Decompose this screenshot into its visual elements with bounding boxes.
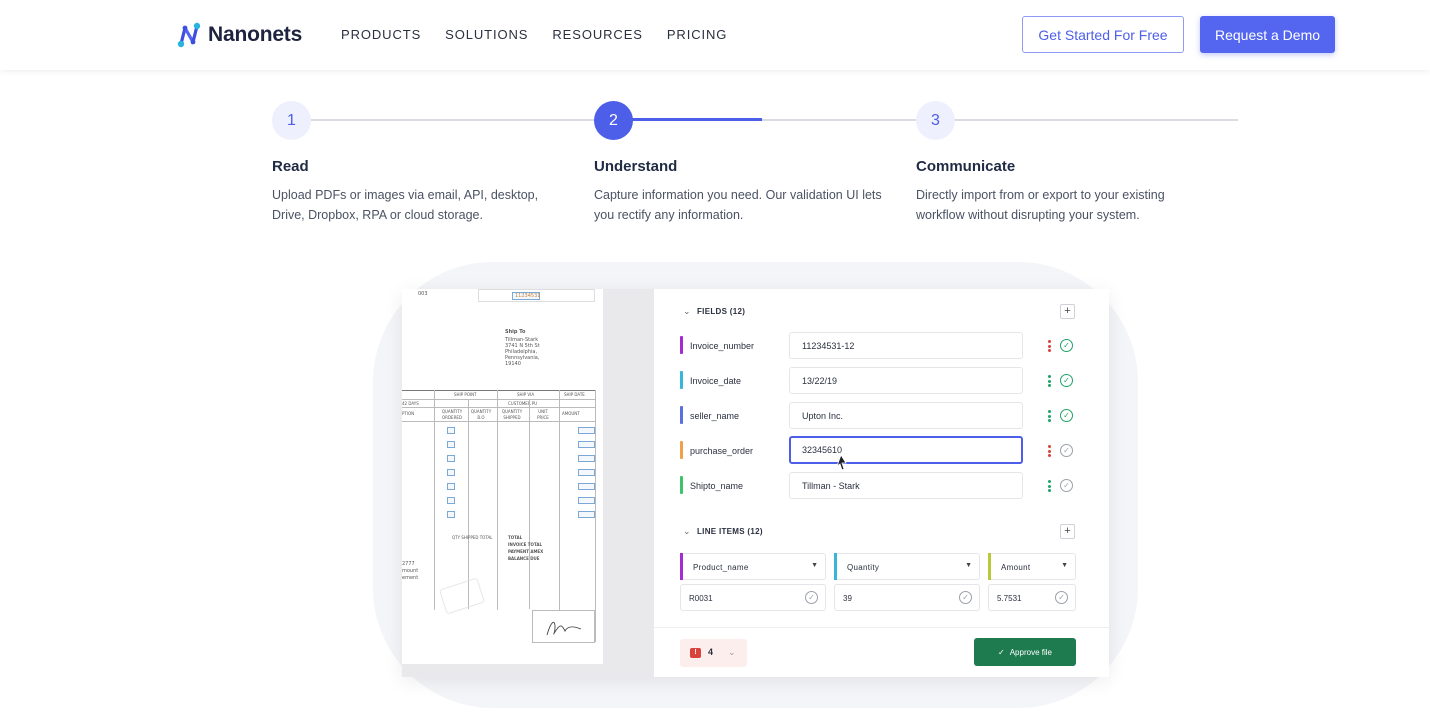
step-2-description: Capture information you need. Our valida…: [594, 188, 882, 222]
invoice-document: 003 11234531 Ship To Tillman-Stark 3741 …: [402, 289, 603, 664]
stepper-track: [291, 119, 1238, 121]
line-item-cell-product-name[interactable]: R0031 ✓: [680, 584, 826, 611]
step-3-description: Directly import from or export to your e…: [916, 188, 1165, 222]
column-dropdown-icon[interactable]: ▼: [965, 562, 972, 569]
cell-status-check-icon[interactable]: ✓: [959, 591, 972, 604]
error-comment-icon: !: [690, 648, 701, 658]
approve-file-label: Approve file: [1009, 647, 1052, 657]
seller-name-input[interactable]: Upton Inc.: [789, 402, 1023, 429]
cell-value: 39: [843, 594, 852, 603]
doc-ship-to-title: Ship To: [505, 329, 526, 335]
doc-invoice-ref: 11234531: [512, 292, 540, 300]
column-color-bar: [834, 553, 837, 580]
field-status-check-icon[interactable]: ✓: [1060, 479, 1073, 492]
mouse-cursor-icon: [836, 454, 847, 471]
nav-pricing[interactable]: PRICING: [667, 27, 727, 42]
nanonets-logo-icon: [177, 22, 201, 48]
line-item-column-amount[interactable]: Amount ▼: [988, 553, 1076, 580]
add-field-button[interactable]: +: [1060, 304, 1075, 319]
cell-status-check-icon[interactable]: ✓: [805, 591, 818, 604]
field-color-bar: [680, 371, 683, 389]
line-item-cell-amount[interactable]: 5.7531 ✓: [988, 584, 1076, 611]
doc-stamp: [438, 577, 486, 615]
request-demo-button[interactable]: Request a Demo: [1200, 16, 1335, 53]
stepper-progress: [613, 118, 762, 121]
fields-collapse-icon[interactable]: ⌄: [683, 306, 691, 317]
demo-validation-ui: 003 11234531 Ship To Tillman-Stark 3741 …: [402, 289, 1109, 677]
step-1-circle[interactable]: 1: [272, 101, 311, 140]
step-1-description: Upload PDFs or images via email, API, de…: [272, 188, 539, 222]
line-item-column-quantity[interactable]: Quantity ▼: [834, 553, 980, 580]
invoice-date-input[interactable]: 13/22/19: [789, 367, 1023, 394]
fields-section-header: FIELDS (12): [697, 307, 746, 316]
field-label: Invoice_number: [690, 341, 755, 351]
column-color-bar: [680, 553, 683, 580]
cell-status-check-icon[interactable]: ✓: [1055, 591, 1068, 604]
top-navbar: Nanonets PRODUCTS SOLUTIONS RESOURCES PR…: [0, 0, 1430, 70]
brand-logo[interactable]: Nanonets: [176, 20, 302, 50]
approve-file-button[interactable]: ✓ Approve file: [974, 638, 1076, 666]
line-item-cell-quantity[interactable]: 39 ✓: [834, 584, 980, 611]
line-item-column-product-name[interactable]: Product_name ▼: [680, 553, 826, 580]
step-3-title: Communicate: [916, 158, 1016, 175]
column-label: Product_name: [693, 563, 749, 572]
column-color-bar: [988, 553, 991, 580]
validation-panel: ⌄ FIELDS (12) + Invoice_number 11234531-…: [654, 289, 1109, 677]
field-color-bar: [680, 336, 683, 354]
nav-links: PRODUCTS SOLUTIONS RESOURCES PRICING: [341, 27, 727, 42]
field-options-icon[interactable]: [1048, 410, 1051, 422]
chevron-down-icon: ⌄: [728, 647, 736, 657]
shipto-name-input[interactable]: Tillman - Stark: [789, 472, 1023, 499]
nav-products[interactable]: PRODUCTS: [341, 27, 421, 42]
column-dropdown-icon[interactable]: ▼: [1061, 562, 1068, 569]
field-label: purchase_order: [690, 446, 754, 456]
step-1-title: Read: [272, 158, 309, 175]
cell-value: 5.7531: [997, 594, 1022, 603]
error-count: 4: [708, 647, 714, 657]
document-preview-area: 003 11234531 Ship To Tillman-Stark 3741 …: [402, 289, 654, 677]
brand-name: Nanonets: [208, 23, 303, 46]
panel-footer-divider: [654, 627, 1109, 628]
cell-value: R0031: [689, 594, 713, 603]
error-count-badge[interactable]: ! 4 ⌄: [680, 639, 747, 667]
line-items-section-header: LINE ITEMS (12): [697, 527, 763, 536]
column-label: Quantity: [847, 563, 880, 572]
field-label: Invoice_date: [690, 376, 742, 386]
add-line-item-button[interactable]: +: [1060, 524, 1075, 539]
field-label: seller_name: [690, 411, 740, 421]
doc-fragment-top: 003: [418, 291, 428, 297]
doc-signature-box: [532, 610, 595, 643]
nav-resources[interactable]: RESOURCES: [552, 27, 642, 42]
field-color-bar: [680, 441, 683, 459]
field-color-bar: [680, 476, 683, 494]
field-status-check-icon[interactable]: ✓: [1060, 409, 1073, 422]
field-status-check-icon[interactable]: ✓: [1060, 339, 1073, 352]
field-options-icon[interactable]: [1048, 375, 1051, 387]
checkmark-icon: ✓: [998, 647, 1005, 657]
field-status-check-icon[interactable]: ✓: [1060, 374, 1073, 387]
column-dropdown-icon[interactable]: ▼: [811, 562, 818, 569]
field-label: Shipto_name: [690, 481, 744, 491]
field-status-check-icon[interactable]: ✓: [1060, 444, 1073, 457]
step-3-circle[interactable]: 3: [916, 101, 955, 140]
line-items-collapse-icon[interactable]: ⌄: [683, 526, 691, 537]
field-options-icon[interactable]: [1048, 340, 1051, 352]
invoice-number-input[interactable]: 11234531-12: [789, 332, 1023, 359]
field-color-bar: [680, 406, 683, 424]
signature-icon: [546, 621, 582, 636]
step-2-title: Understand: [594, 158, 678, 175]
get-started-button[interactable]: Get Started For Free: [1022, 16, 1184, 53]
purchase-order-input[interactable]: 32345610: [789, 436, 1023, 464]
column-label: Amount: [1001, 563, 1031, 572]
step-2-circle[interactable]: 2: [594, 101, 633, 140]
field-options-icon[interactable]: [1048, 445, 1051, 457]
nav-solutions[interactable]: SOLUTIONS: [445, 27, 528, 42]
field-options-icon[interactable]: [1048, 480, 1051, 492]
